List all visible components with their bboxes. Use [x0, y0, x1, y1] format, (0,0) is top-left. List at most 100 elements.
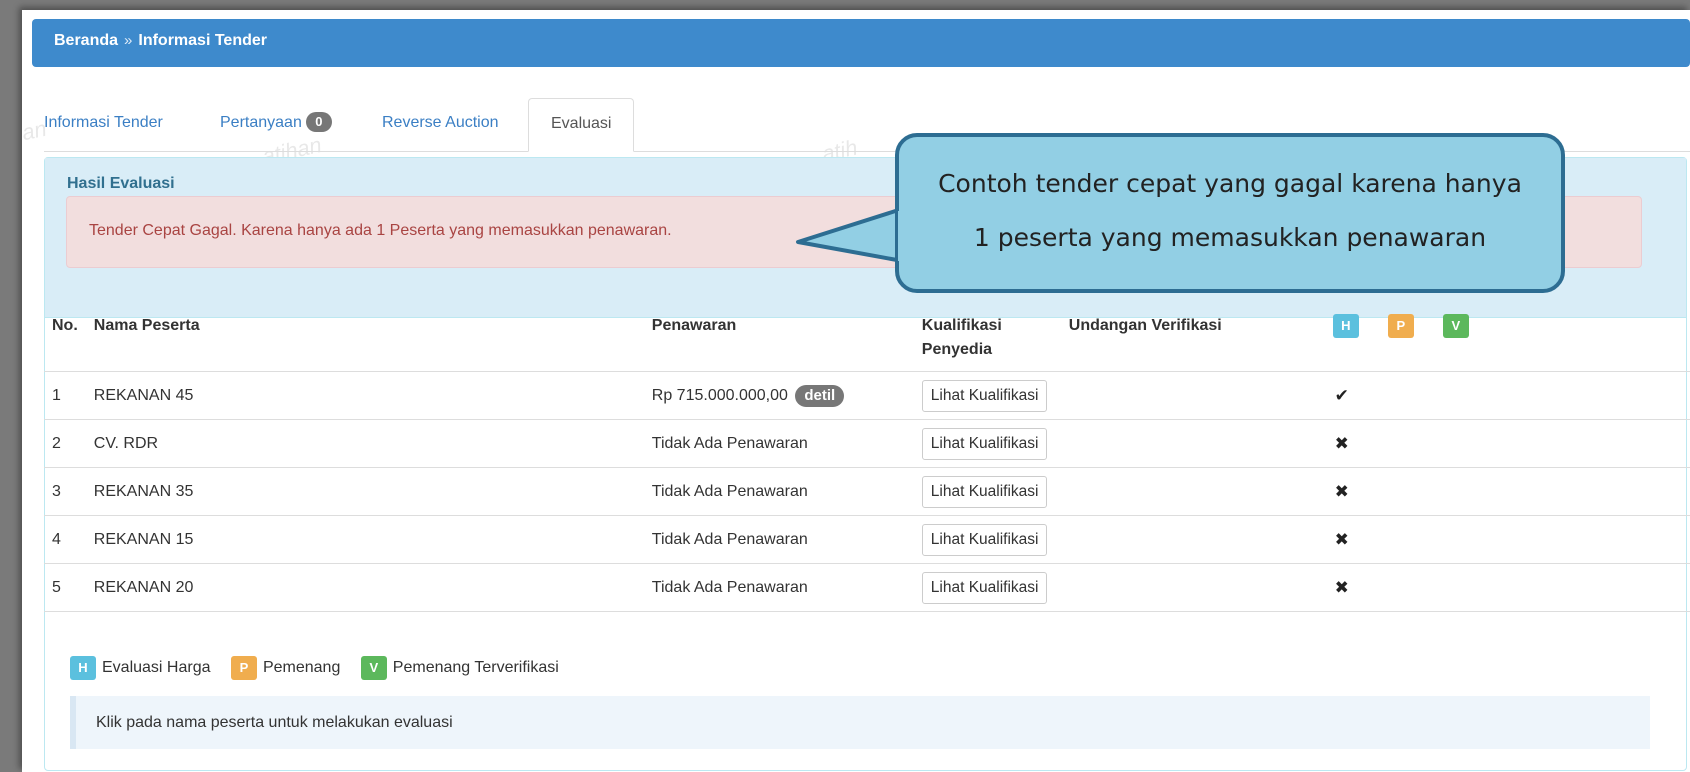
col-header-p: P — [1379, 304, 1435, 372]
col-header-undangan: Undangan Verifikasi — [1060, 304, 1325, 372]
participant-name-link[interactable]: REKANAN 20 — [85, 563, 644, 612]
row-p — [1379, 467, 1435, 516]
row-kualifikasi: Lihat Kualifikasi — [913, 371, 1061, 420]
row-h: ✖ — [1324, 467, 1380, 516]
table-row: 4 REKANAN 15 Tidak Ada Penawaran Lihat K… — [44, 515, 1690, 564]
row-p — [1379, 371, 1435, 420]
row-kualifikasi: Lihat Kualifikasi — [913, 419, 1061, 468]
col-header-kualifikasi-line1: Kualifikasi — [921, 317, 1002, 334]
legend-h-badge: H — [70, 656, 96, 680]
row-kualifikasi: Lihat Kualifikasi — [913, 515, 1061, 564]
row-no: 1 — [44, 371, 86, 420]
checkmark-icon: ✔ — [1334, 385, 1349, 405]
callout-pointer — [796, 205, 910, 264]
lihat-kualifikasi-button[interactable]: Lihat Kualifikasi — [921, 571, 1048, 604]
row-h: ✖ — [1324, 419, 1380, 468]
tab-label: Pertanyaan — [220, 114, 302, 131]
row-no: 4 — [44, 515, 86, 564]
col-header-no: No. — [44, 304, 86, 372]
annotation-callout: Contoh tender cepat yang gagal karena ha… — [895, 133, 1565, 293]
callout-joint — [898, 211, 906, 261]
row-undangan — [1060, 563, 1325, 612]
row-kualifikasi: Lihat Kualifikasi — [913, 563, 1061, 612]
row-no: 5 — [44, 563, 86, 612]
row-v — [1434, 515, 1690, 564]
lihat-kualifikasi-button[interactable]: Lihat Kualifikasi — [921, 379, 1048, 412]
cross-icon: ✖ — [1334, 433, 1349, 453]
row-h: ✖ — [1324, 515, 1380, 564]
label-p-badge: P — [1387, 314, 1414, 338]
detil-button[interactable]: detil — [795, 384, 845, 407]
tab-reverse-auction[interactable]: Reverse Auction — [360, 98, 521, 152]
instruction-note: Klik pada nama peserta untuk melakukan e… — [70, 696, 1650, 749]
participant-name-link[interactable]: REKANAN 45 — [85, 371, 644, 420]
row-undangan — [1060, 515, 1325, 564]
legend-p-badge: P — [230, 656, 257, 680]
tab-informasi-tender[interactable]: Informasi Tender — [22, 98, 185, 152]
table-header-row: No. Nama Peserta Penawaran Kualifikasi Pe… — [44, 304, 1690, 372]
pertanyaan-count-badge: 0 — [305, 112, 332, 132]
lihat-kualifikasi-button[interactable]: Lihat Kualifikasi — [921, 475, 1048, 508]
row-penawaran: Tidak Ada Penawaran — [643, 515, 914, 564]
legend-v-badge: V — [360, 656, 387, 680]
browser-content: an atihan atih Beranda» Informasi Tender … — [20, 10, 1690, 772]
lihat-kualifikasi-button[interactable]: Lihat Kualifikasi — [921, 427, 1048, 460]
tab-label: Informasi Tender — [44, 114, 163, 131]
legend: H Evaluasi Harga P Pemenang V Pemenang Terv… — [70, 656, 575, 680]
row-v — [1434, 419, 1690, 468]
tab-evaluasi[interactable]: Evaluasi — [528, 98, 635, 152]
table-row: 1 REKANAN 45 Rp 715.000.000,00 detil Lih… — [44, 371, 1690, 420]
legend-item-v: V Pemenang Terverifikasi — [360, 656, 559, 680]
row-undangan — [1060, 371, 1325, 420]
row-v — [1434, 467, 1690, 516]
row-p — [1379, 419, 1435, 468]
bid-amount: Rp 715.000.000,00 — [651, 386, 788, 404]
cross-icon: ✖ — [1334, 481, 1349, 501]
breadcrumb: Beranda » Informasi Tender — [32, 19, 1690, 67]
label-v-badge: V — [1442, 314, 1469, 338]
row-penawaran: Tidak Ada Penawaran — [643, 563, 914, 612]
col-header-h: H — [1324, 304, 1380, 372]
breadcrumb-current: Informasi Tender — [138, 32, 267, 49]
row-v — [1434, 371, 1690, 420]
participant-name-link[interactable]: REKANAN 35 — [85, 467, 644, 516]
table-row: 3 REKANAN 35 Tidak Ada Penawaran Lihat K… — [44, 467, 1690, 516]
participant-name-link[interactable]: REKANAN 15 — [85, 515, 644, 564]
row-penawaran: Tidak Ada Penawaran — [643, 419, 914, 468]
col-header-kualifikasi-line2: Penyedia — [921, 341, 993, 358]
col-header-penawaran: Penawaran — [643, 304, 914, 372]
legend-item-p: P Pemenang — [230, 656, 341, 680]
breadcrumb-separator: » — [124, 32, 133, 49]
participant-name-link[interactable]: CV. RDR — [85, 419, 644, 468]
row-penawaran: Tidak Ada Penawaran — [643, 467, 914, 516]
row-p — [1379, 515, 1435, 564]
row-no: 2 — [44, 419, 86, 468]
panel-title: Hasil Evaluasi — [67, 175, 175, 192]
row-h: ✖ — [1324, 563, 1380, 612]
legend-label: Evaluasi Harga — [102, 659, 211, 676]
table-row: 5 REKANAN 20 Tidak Ada Penawaran Lihat K… — [44, 563, 1690, 612]
row-undangan — [1060, 467, 1325, 516]
row-p — [1379, 563, 1435, 612]
label-h-badge: H — [1332, 314, 1359, 338]
col-header-nama: Nama Peserta — [85, 304, 644, 372]
tab-label: Evaluasi — [551, 115, 612, 132]
lihat-kualifikasi-button[interactable]: Lihat Kualifikasi — [921, 523, 1048, 556]
legend-label: Pemenang — [262, 659, 341, 676]
tab-pertanyaan[interactable]: Pertanyaan 0 — [198, 98, 354, 152]
row-undangan — [1060, 419, 1325, 468]
callout-line-2: 1 peserta yang memasukkan penawaran — [973, 223, 1487, 252]
callout-line-1: Contoh tender cepat yang gagal karena ha… — [938, 169, 1522, 198]
cross-icon: ✖ — [1334, 529, 1349, 549]
col-header-v: V — [1434, 304, 1690, 372]
row-h: ✔ — [1324, 371, 1380, 420]
table-row: 2 CV. RDR Tidak Ada Penawaran Lihat Kual… — [44, 419, 1690, 468]
legend-item-h: H Evaluasi Harga — [70, 656, 211, 680]
col-header-kualifikasi: Kualifikasi Penyedia — [913, 304, 1061, 372]
row-v — [1434, 563, 1690, 612]
legend-label: Pemenang Terverifikasi — [392, 659, 559, 676]
breadcrumb-home-link[interactable]: Beranda — [54, 32, 118, 49]
row-penawaran: Rp 715.000.000,00 detil — [643, 371, 914, 420]
evaluation-table: No. Nama Peserta Penawaran Kualifikasi Pe… — [44, 304, 1690, 612]
cross-icon: ✖ — [1334, 577, 1349, 597]
